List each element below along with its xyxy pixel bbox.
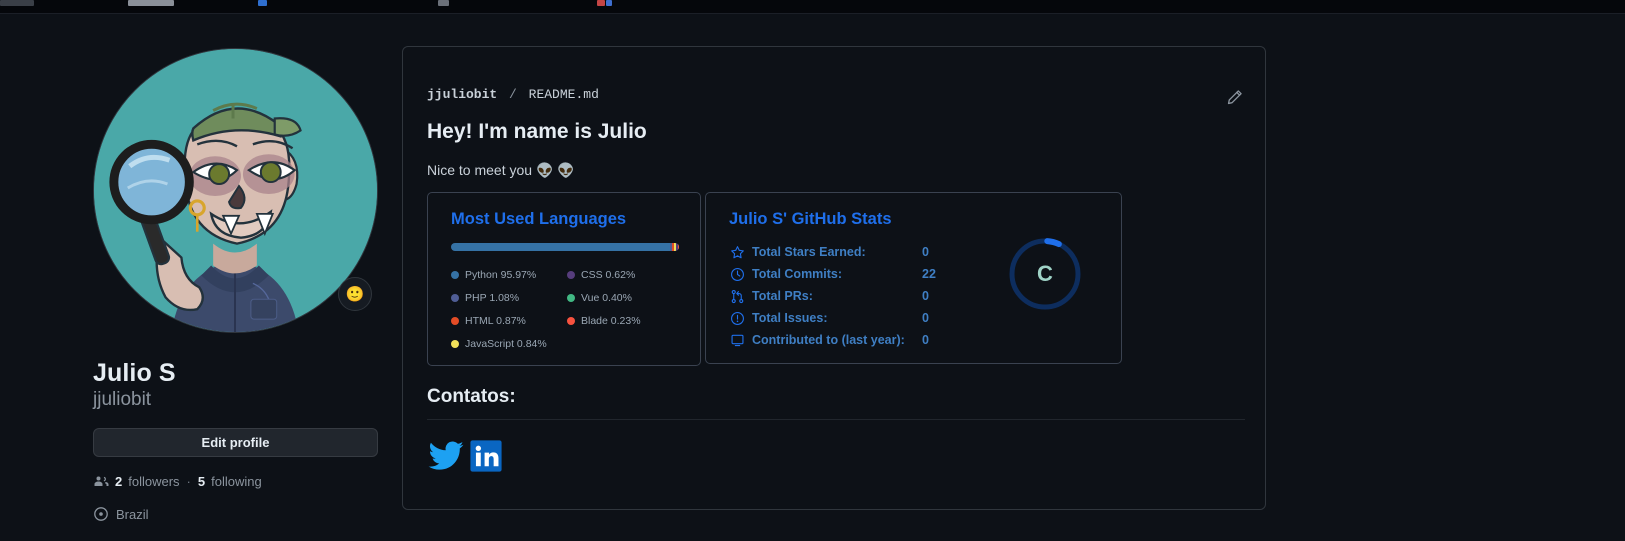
issue-icon (730, 311, 752, 326)
rank-letter: C (1037, 261, 1053, 286)
readme-lead: Nice to meet you 👽 👽 (427, 162, 575, 179)
repo-icon (730, 333, 752, 348)
readme-breadcrumb: jjuliobit / README.md (427, 87, 599, 102)
browser-top-strip (0, 0, 1625, 14)
language-legend-item: CSS 0.62% (567, 269, 683, 281)
edit-profile-button[interactable]: Edit profile (93, 428, 378, 457)
location-row: Brazil (93, 506, 383, 522)
stat-row: Total Stars Earned: 0 (730, 241, 936, 263)
stat-cards-row: Most Used Languages Python 95.97% CSS 0.6… (427, 192, 1122, 366)
readme-card: jjuliobit / README.md Hey! I'm name is J… (402, 46, 1266, 510)
language-label: HTML 0.87% (465, 314, 526, 327)
language-legend-item: Python 95.97% (451, 269, 567, 281)
stat-value: 0 (922, 245, 929, 259)
linkedin-link[interactable] (469, 439, 503, 473)
stats-card-title: Julio S' GitHub Stats (729, 210, 892, 228)
stat-value: 0 (922, 333, 929, 347)
followers-row: 2 followers · 5 following (93, 473, 383, 489)
language-color-dot (451, 316, 459, 325)
language-color-dot (567, 270, 575, 279)
stat-row: Contributed to (last year): 0 (730, 329, 936, 351)
following-label[interactable]: following (211, 474, 262, 489)
language-legend-item: Blade 0.23% (567, 315, 683, 327)
stat-label: Total Issues: (752, 311, 828, 325)
github-stats-card: Julio S' GitHub Stats Total Stars Earned… (705, 192, 1122, 364)
language-label: Blade 0.23% (581, 314, 641, 327)
stat-label: Total Stars Earned: (752, 245, 866, 259)
language-legend-item: PHP 1.08% (451, 292, 567, 304)
profile-name: Julio S (93, 359, 176, 387)
language-color-dot (567, 293, 575, 302)
stats-rows: Total Stars Earned: 0 Total Commits: 22 Tota… (730, 241, 936, 351)
avatar-container: 🙂 (93, 48, 378, 333)
avatar[interactable] (93, 48, 378, 333)
topbar-icon-fragment (438, 0, 449, 6)
profile-login: jjuliobit (93, 389, 152, 410)
meta-separator: · (186, 473, 191, 489)
status-emoji: 🙂 (345, 285, 365, 303)
language-label: Python 95.97% (465, 268, 537, 281)
language-label: Vue 0.40% (581, 291, 632, 304)
followers-count[interactable]: 2 (115, 474, 122, 489)
stat-label: Total PRs: (752, 289, 813, 303)
topbar-icon-fragment (606, 0, 612, 6)
language-legend-item: JavaScript 0.84% (451, 338, 567, 350)
profile-sidebar: 🙂 Julio S jjuliobit Edit profile 2 follo… (93, 48, 383, 522)
stat-value: 0 (922, 311, 929, 325)
language-bar-segment (451, 243, 670, 251)
location-pin-icon (93, 506, 109, 522)
language-legend-item: Vue 0.40% (567, 292, 683, 304)
language-label: PHP 1.08% (465, 291, 520, 304)
location-text: Brazil (116, 506, 149, 522)
twitter-link[interactable] (427, 437, 465, 475)
readme-heading: Hey! I'm name is Julio (427, 120, 647, 143)
stat-value: 0 (922, 289, 929, 303)
topbar-icon-fragment (258, 0, 267, 6)
most-used-languages-card: Most Used Languages Python 95.97% CSS 0.6… (427, 192, 701, 366)
language-color-dot (567, 316, 575, 325)
topbar-icon-fragment (0, 0, 34, 6)
stat-value: 22 (922, 267, 936, 281)
topbar-icon-fragment (128, 0, 174, 6)
language-legend-item: HTML 0.87% (451, 315, 567, 327)
language-color-dot (451, 339, 459, 348)
stat-row: Total PRs: 0 (730, 285, 936, 307)
language-bar-segment (678, 243, 679, 251)
languages-card-title: Most Used Languages (451, 210, 627, 228)
language-label: JavaScript 0.84% (465, 337, 547, 350)
status-emoji-badge[interactable]: 🙂 (338, 277, 372, 311)
language-progress-bar (451, 243, 679, 251)
readme-owner[interactable]: jjuliobit (427, 87, 497, 102)
alien-emoji: 👽 👽 (535, 162, 575, 178)
language-label: CSS 0.62% (581, 268, 636, 281)
github-profile-page: 🙂 Julio S jjuliobit Edit profile 2 follo… (0, 15, 1625, 541)
topbar-icon-fragment (597, 0, 605, 6)
followers-label[interactable]: followers (128, 474, 179, 489)
stat-row: Total Commits: 22 (730, 263, 936, 285)
stat-row: Total Issues: 0 (730, 307, 936, 329)
contatos-divider (427, 419, 1245, 420)
breadcrumb-slash: / (509, 87, 517, 102)
pencil-icon[interactable] (1226, 89, 1243, 111)
readme-filename[interactable]: README.md (529, 87, 599, 102)
clock-icon (730, 267, 752, 282)
social-links (427, 437, 503, 475)
language-color-dot (451, 270, 459, 279)
contatos-heading: Contatos: (427, 386, 516, 407)
edit-profile-label: Edit profile (201, 435, 270, 450)
stat-label: Total Commits: (752, 267, 843, 281)
language-legend: Python 95.97% CSS 0.62% PHP 1.08% Vue 0.40%… (451, 263, 683, 355)
rank-circle: C (1006, 235, 1084, 313)
readme-lead-text: Nice to meet you (427, 162, 533, 178)
stat-label: Contributed to (last year): (752, 333, 905, 347)
pull-request-icon (730, 289, 752, 304)
people-icon (93, 473, 109, 489)
star-icon (730, 245, 752, 260)
language-color-dot (451, 293, 459, 302)
following-count[interactable]: 5 (198, 474, 205, 489)
